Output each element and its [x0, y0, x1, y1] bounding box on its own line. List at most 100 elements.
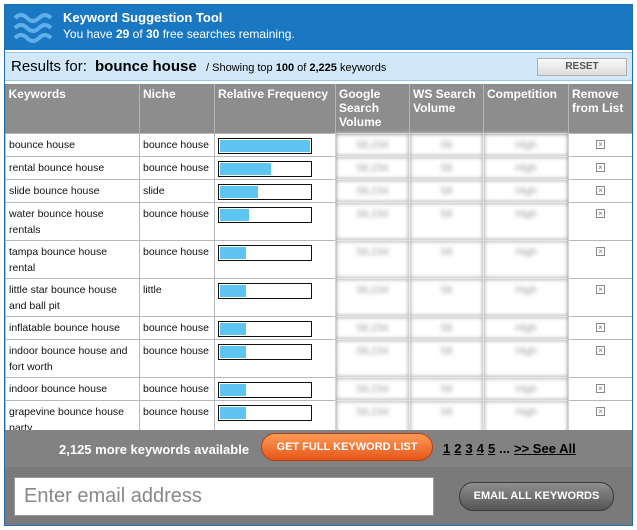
ws-volume-cell: 58	[409, 155, 484, 180]
col-header-remove: Remove from List	[568, 84, 632, 133]
table-row: slide bounce house slide 58,234 58 High ×	[5, 178, 632, 203]
frequency-bar	[218, 381, 312, 398]
competition-cell: High	[483, 376, 569, 401]
table-row: water bounce house rentals bounce house 58…	[5, 201, 632, 241]
remove-x-icon[interactable]: ×	[596, 185, 605, 195]
page-link-4[interactable]: 4	[477, 441, 484, 456]
competition-cell: High	[483, 338, 569, 378]
google-volume-cell: 58,234	[335, 201, 410, 241]
keyword-cell: indoor bounce house	[5, 376, 140, 401]
competition-cell: High	[483, 178, 569, 203]
keyword-cell: indoor bounce house and fort worth	[5, 338, 140, 378]
frequency-cell	[214, 239, 336, 279]
remove-cell: ×	[568, 376, 632, 401]
email-all-keywords-button[interactable]: EMAIL ALL KEYWORDS	[459, 482, 614, 511]
niche-cell: bounce house	[139, 315, 215, 340]
table-row: grapevine bounce house party bounce house…	[5, 399, 632, 430]
page-link-2[interactable]: 2	[454, 441, 461, 456]
keyword-cell: tampa bounce house rental	[5, 239, 140, 279]
keyword-suggestion-tool: Keyword Suggestion Tool You have 29 of 3…	[4, 4, 633, 526]
frequency-cell	[214, 277, 336, 317]
ws-volume-cell: 58	[409, 338, 484, 378]
keyword-cell: bounce house	[5, 132, 140, 157]
remove-cell: ×	[568, 132, 632, 157]
remove-x-icon[interactable]: ×	[596, 406, 605, 416]
see-all-link[interactable]: >> See All	[514, 441, 576, 456]
frequency-cell	[214, 155, 336, 180]
google-volume-cell: 58,234	[335, 178, 410, 203]
remove-x-icon[interactable]: ×	[596, 284, 605, 294]
results-bar: Results for: bounce house / Showing top …	[5, 52, 632, 81]
remove-cell: ×	[568, 315, 632, 340]
remove-x-icon[interactable]: ×	[596, 383, 605, 393]
remove-x-icon[interactable]: ×	[596, 345, 605, 355]
keyword-cell: little star bounce house and ball pit	[5, 277, 140, 317]
table-row: little star bounce house and ball pit lit…	[5, 277, 632, 317]
remove-x-icon[interactable]: ×	[596, 322, 605, 332]
table-row: indoor bounce house and fort worth bounce…	[5, 338, 632, 378]
ws-volume-cell: 58	[409, 315, 484, 340]
keyword-cell: water bounce house rentals	[5, 201, 140, 241]
google-volume-cell: 58,234	[335, 132, 410, 157]
reset-button[interactable]: RESET	[537, 58, 627, 76]
pagination-ellipsis: ...	[499, 441, 511, 456]
competition-cell: High	[483, 239, 569, 279]
keyword-cell: grapevine bounce house party	[5, 399, 140, 430]
frequency-bar-fill	[220, 162, 272, 175]
keyword-table: Keywords Niche Relative Frequency Google…	[5, 84, 632, 430]
col-header-frequency[interactable]: Relative Frequency	[214, 84, 336, 133]
remove-cell: ×	[568, 239, 632, 279]
table-header-row: Keywords Niche Relative Frequency Google…	[5, 84, 632, 133]
page-link-3[interactable]: 3	[465, 441, 472, 456]
table-row: rental bounce house bounce house 58,234 58 H…	[5, 155, 632, 180]
tool-title: Keyword Suggestion Tool	[63, 10, 223, 25]
col-header-niche[interactable]: Niche	[139, 84, 215, 133]
tool-header: Keyword Suggestion Tool You have 29 of 3…	[5, 5, 632, 50]
ws-volume-cell: 58	[409, 239, 484, 279]
frequency-bar-fill	[220, 246, 246, 259]
email-input[interactable]	[14, 477, 434, 516]
competition-cell: High	[483, 132, 569, 157]
remove-x-icon[interactable]: ×	[596, 208, 605, 218]
searches-remaining-text: You have 29 of 30 free searches remainin…	[63, 27, 295, 41]
niche-cell: bounce house	[139, 338, 215, 378]
remove-cell: ×	[568, 338, 632, 378]
competition-cell: High	[483, 201, 569, 241]
waves-logo-icon	[13, 13, 53, 43]
ws-volume-cell: 58	[409, 376, 484, 401]
remove-x-icon[interactable]: ×	[596, 246, 605, 256]
frequency-bar-fill	[220, 139, 310, 152]
page-link-5[interactable]: 5	[488, 441, 495, 456]
remove-x-icon[interactable]: ×	[596, 162, 605, 172]
frequency-bar-fill	[220, 322, 246, 335]
pagination: 1 2 3 4 5... >> See All	[443, 441, 580, 456]
frequency-bar-fill	[220, 284, 246, 297]
frequency-bar	[218, 137, 312, 154]
remove-cell: ×	[568, 201, 632, 241]
google-volume-cell: 58,234	[335, 277, 410, 317]
google-volume-cell: 58,234	[335, 376, 410, 401]
google-volume-cell: 58,234	[335, 315, 410, 340]
remove-x-icon[interactable]: ×	[596, 139, 605, 149]
frequency-bar	[218, 320, 312, 337]
col-header-google-volume[interactable]: Google Search Volume	[335, 84, 410, 133]
col-header-keywords[interactable]: Keywords	[5, 84, 140, 133]
niche-cell: slide	[139, 178, 215, 203]
frequency-bar-fill	[220, 406, 246, 419]
frequency-bar	[218, 206, 312, 223]
get-full-keyword-list-button[interactable]: GET FULL KEYWORD LIST	[261, 433, 433, 461]
table-row: bounce house bounce house 58,234 58 High ×	[5, 132, 632, 157]
frequency-cell	[214, 132, 336, 157]
col-header-competition[interactable]: Competition	[483, 84, 569, 133]
page-link-1[interactable]: 1	[443, 441, 450, 456]
results-count-info: / Showing top 100 of 2,225 keywords	[206, 62, 387, 74]
ws-volume-cell: 58	[409, 277, 484, 317]
niche-cell: bounce house	[139, 376, 215, 401]
col-header-ws-volume[interactable]: WS Search Volume	[409, 84, 484, 133]
niche-cell: bounce house	[139, 132, 215, 157]
niche-cell: bounce house	[139, 201, 215, 241]
remove-cell: ×	[568, 277, 632, 317]
results-footer: 2,125 more keywords available GET FULL K…	[5, 430, 632, 467]
keyword-table-container: Keywords Niche Relative Frequency Google…	[5, 84, 632, 430]
keyword-cell: slide bounce house	[5, 178, 140, 203]
